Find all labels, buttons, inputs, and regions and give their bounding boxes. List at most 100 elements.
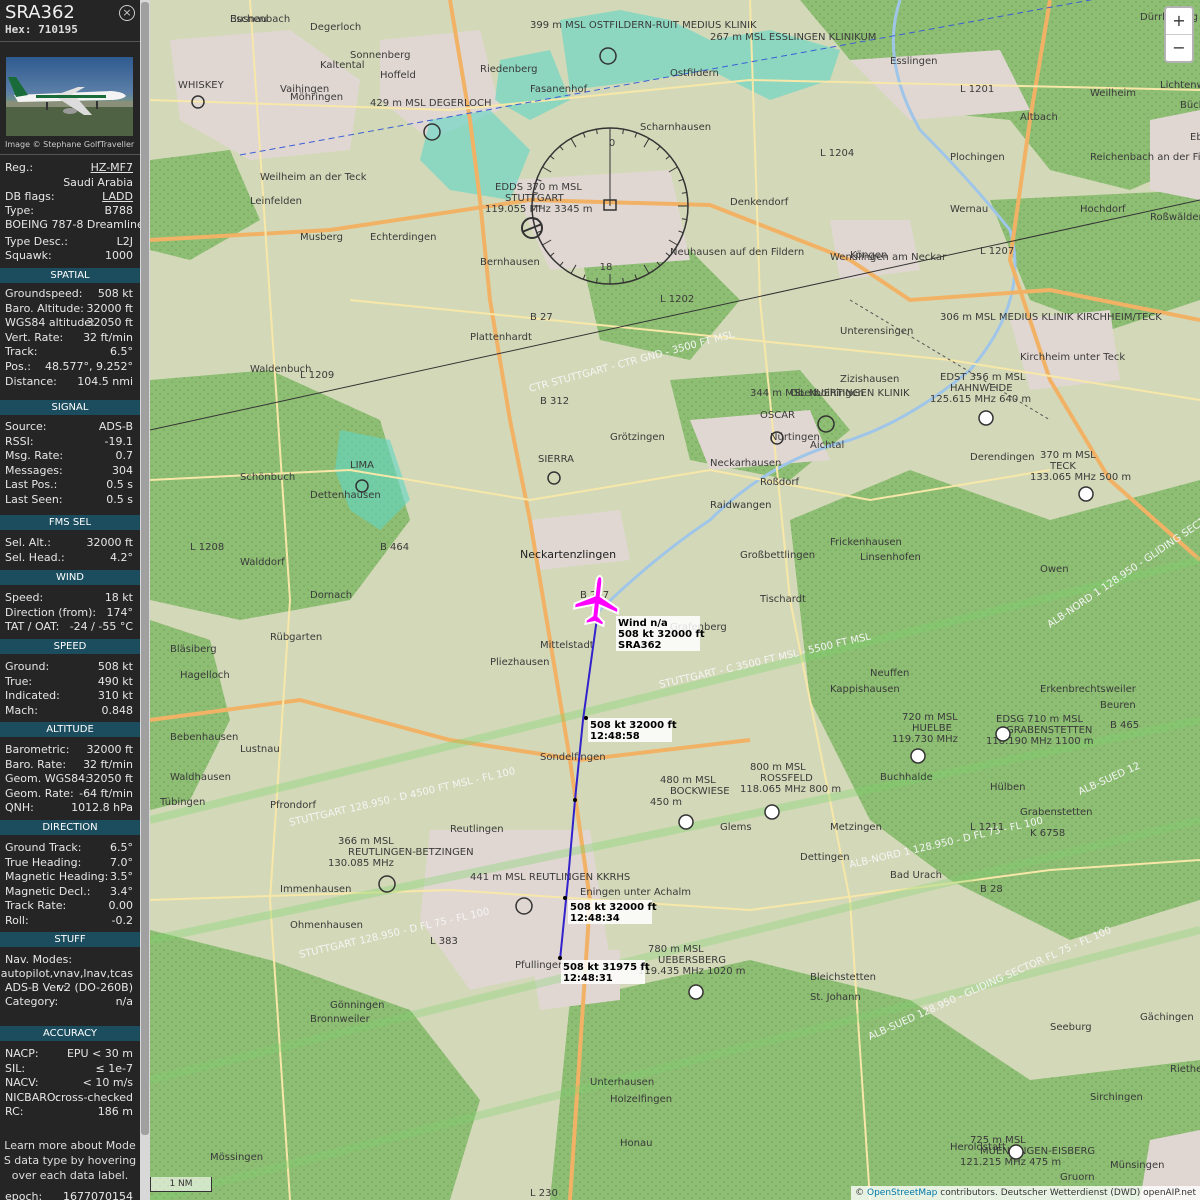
airfield-id: TECK — [1049, 461, 1076, 472]
reporting-point-label: SIERRA — [538, 454, 574, 465]
airfield-name: 725 m MSL — [970, 1135, 1026, 1146]
glider-field-icon-rossfeld[interactable] — [764, 804, 780, 820]
town-label: Eschenbach — [230, 14, 290, 25]
town-label: Owen — [1040, 564, 1069, 575]
section-signal: SIGNAL — [0, 400, 140, 415]
glider-field-icon-huelbe[interactable] — [910, 748, 926, 764]
glider-field-icon-muensingen[interactable] — [1008, 1144, 1024, 1160]
town-label: Pfrondorf — [270, 800, 316, 811]
town-label: Gruorn — [1060, 1172, 1095, 1183]
direction-value: 3.5° — [110, 870, 133, 884]
town-label: Raidwangen — [710, 500, 771, 511]
airfield-frequency: 450 m — [650, 797, 682, 808]
town-label: Wernau — [950, 204, 988, 215]
town-label: Linsenhofen — [860, 552, 921, 563]
direction-row: Roll: -0.2 — [5, 914, 133, 928]
db-flags-link[interactable]: LADD — [102, 190, 133, 203]
town-label: Rübgarten — [270, 632, 322, 643]
section-fms: FMS SEL — [0, 515, 140, 530]
spatial-label: Baro. Altitude: — [5, 301, 84, 315]
type-full: BOEING 787-8 Dreamliner — [5, 218, 140, 231]
wind-row: TAT / OAT: -24 / -55 °C — [5, 620, 133, 634]
signal-value: 304 — [112, 463, 133, 477]
glider-field-icon-grabenstetten[interactable] — [995, 726, 1011, 742]
wind-label: Direction (from): — [5, 605, 97, 619]
map-canvas[interactable]: CTR STUTTGART - CTR GND - 3500 FT MSLSTU… — [150, 0, 1200, 1200]
direction-label: Ground Track: — [5, 841, 82, 854]
registration-link[interactable]: HZ-MF7 — [91, 161, 133, 174]
road-label: B 464 — [380, 542, 409, 553]
registration-row: Reg.: HZ-MF7 — [5, 161, 133, 174]
spatial-value: 104.5 nmi — [77, 374, 133, 388]
track-label-text: SRA362 — [618, 640, 662, 651]
sidebar-scrollbar[interactable] — [140, 0, 150, 1200]
direction-value: 6.5° — [110, 841, 133, 854]
town-label: Esslingen — [890, 56, 937, 67]
airfield-name: 780 m MSL — [648, 944, 704, 955]
osm-link[interactable]: OpenStreetMap — [867, 1188, 937, 1198]
town-label: Münsingen — [1110, 1160, 1164, 1171]
reporting-point-label: OSCAR — [760, 410, 795, 421]
airfield-name: EDDS 370 m MSL — [495, 182, 582, 193]
signal-value: -19.1 — [104, 434, 133, 448]
zoom-out-button[interactable]: − — [1166, 34, 1192, 61]
photo-credit: Image © Stephane GolfTraveller — [5, 140, 135, 149]
glider-field-icon-hahnweide[interactable] — [978, 410, 994, 426]
town-label: Ostfildern — [670, 68, 719, 79]
section-speed: SPEED — [0, 639, 140, 654]
accuracy-value: EPU < 30 m — [66, 1047, 133, 1060]
glider-field-icon-bockwiese[interactable] — [678, 814, 694, 830]
airfield-name: 800 m MSL — [750, 762, 806, 773]
zoom-in-button[interactable]: + — [1166, 8, 1192, 34]
town-label: Bad Urach — [890, 870, 942, 881]
airfield-name: 480 m MSL — [660, 775, 716, 786]
glider-field-icon-uebersberg[interactable] — [688, 984, 704, 1000]
map-view[interactable]: CTR STUTTGART - CTR GND - 3500 FT MSL STU… — [150, 0, 1200, 1200]
aircraft-photo[interactable] — [6, 57, 133, 136]
speed-label: Indicated: — [5, 689, 60, 703]
close-icon[interactable]: × — [119, 5, 135, 21]
direction-label: Magnetic Heading: — [5, 870, 109, 884]
town-label: Gönningen — [330, 1000, 385, 1011]
signal-row: Source: ADS-B — [5, 420, 133, 434]
hospital-label: 306 m MSL MEDIUS KLINIK KIRCHHEIM/TECK — [940, 312, 1162, 323]
town-label: Kaltental — [320, 60, 365, 71]
direction-value: 0.00 — [108, 899, 134, 913]
town-label: Walddorf — [240, 557, 285, 568]
type-code: B788 — [104, 204, 133, 217]
spatial-row: Vert. Rate: 32 ft/min — [5, 331, 133, 345]
direction-value: 7.0° — [110, 855, 133, 869]
speed-value: 490 kt — [97, 674, 133, 688]
signal-label: Msg. Rate: — [5, 449, 64, 463]
aircraft-info-panel: SRA362 Hex: 710195 × Image © Stephane Go… — [0, 0, 140, 1200]
country: Saudi Arabia — [63, 176, 133, 189]
town-label: Plattenhardt — [470, 332, 532, 343]
learn-more-text: Learn more about Mode S data type by hov… — [3, 1139, 137, 1182]
town-label: Grabenstetten — [1020, 807, 1092, 818]
direction-row: Ground Track: 6.5° — [5, 841, 133, 855]
accuracy-label: SIL: — [5, 1061, 26, 1075]
road-label: L 1204 — [820, 148, 854, 159]
spatial-value: 6.5° — [110, 345, 133, 359]
road-label: L 1211 — [970, 822, 1004, 833]
section-stuff: STUFF — [0, 932, 140, 947]
town-label: Tischardt — [759, 594, 806, 605]
town-label: Sondelfingen — [540, 752, 606, 763]
signal-label: Source: — [5, 420, 47, 433]
town-label: Beuren — [1100, 700, 1136, 711]
db-flags-row: DB flags: LADD — [5, 190, 133, 203]
town-label: Eningen unter Achalm — [580, 887, 691, 898]
airfield-frequency: 130.085 MHz — [328, 858, 394, 869]
town-label: Wendlingen am Neckar — [830, 252, 947, 263]
glider-field-icon-teck[interactable] — [1078, 486, 1094, 502]
airfield-frequency: 118.065 MHz 800 m — [740, 784, 841, 795]
nav-modes-row: Nav. Modes: — [5, 953, 73, 966]
scrollbar-thumb[interactable] — [141, 2, 149, 1135]
accuracy-value: cross-checked — [54, 1090, 133, 1104]
spatial-value: 32050 ft — [86, 316, 133, 330]
spatial-label: Pos.: — [5, 360, 31, 373]
road-label: B 465 — [1110, 720, 1139, 731]
track-label-text: 12:48:34 — [570, 913, 620, 924]
accuracy-label: NACV: — [5, 1076, 39, 1090]
altitude-label: Geom. Rate: — [5, 786, 74, 800]
